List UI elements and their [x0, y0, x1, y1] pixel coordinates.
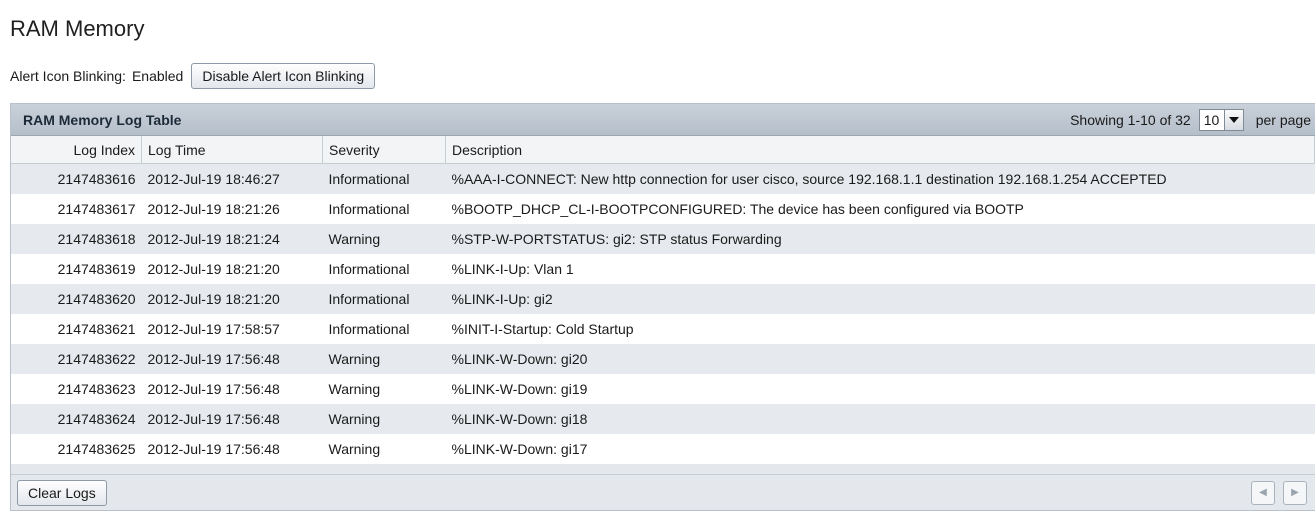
- cell-log-time: 2012-Jul-19 17:56:48: [141, 404, 323, 434]
- table-row[interactable]: 2147483624 2012-Jul-19 17:56:48 Warning …: [11, 404, 1315, 434]
- cell-severity: Informational: [322, 254, 446, 284]
- cell-log-time: 2012-Jul-19 18:21:24: [141, 224, 323, 254]
- table-title: RAM Memory Log Table: [23, 111, 182, 128]
- log-table-panel: RAM Memory Log Table Showing 1-10 of 32 …: [10, 103, 1315, 511]
- alert-status-value: Enabled: [131, 68, 184, 84]
- cell-description: %LINK-W-Down: gi20: [445, 344, 1315, 374]
- chevron-right-icon[interactable]: ▶: [1283, 480, 1307, 505]
- alert-label: Alert Icon Blinking:: [10, 68, 126, 84]
- column-header-log-index[interactable]: Log Index: [11, 136, 142, 164]
- showing-range: Showing 1-10 of 32: [1070, 111, 1191, 128]
- cell-description: %BOOTP_DHCP_CL-I-BOOTPCONFIGURED: The de…: [445, 194, 1315, 224]
- table-row[interactable]: 2147483616 2012-Jul-19 18:46:27 Informat…: [11, 163, 1315, 194]
- alert-row: Alert Icon Blinking: Enabled Disable Ale…: [10, 62, 376, 90]
- cell-description: %LINK-W-Down: gi19: [445, 374, 1315, 404]
- cell-log-index: 2147483620: [11, 284, 142, 314]
- cell-log-time: 2012-Jul-19 18:21:26: [141, 194, 323, 224]
- cell-log-time: 2012-Jul-19 18:46:27: [141, 163, 323, 194]
- cell-log-index: 2147483624: [11, 404, 142, 434]
- cell-description: %STP-W-PORTSTATUS: gi2: STP status Forwa…: [445, 224, 1315, 254]
- cell-description: %LINK-I-Up: Vlan 1: [445, 254, 1315, 284]
- cell-severity: Informational: [322, 194, 446, 224]
- cell-severity: Informational: [322, 284, 446, 314]
- cell-log-index: 2147483622: [11, 344, 142, 374]
- cell-severity: Informational: [322, 314, 446, 344]
- cell-description: %AAA-I-CONNECT: New http connection for …: [445, 163, 1315, 194]
- cell-log-time: 2012-Jul-19 17:58:57: [141, 314, 323, 344]
- cell-log-time: 2012-Jul-19 18:21:20: [141, 254, 323, 284]
- per-page-label: per page: [1255, 111, 1311, 128]
- cell-severity: Warning: [322, 374, 446, 404]
- cell-log-time: 2012-Jul-19 17:56:48: [141, 374, 323, 404]
- clear-logs-button[interactable]: Clear Logs: [17, 479, 107, 506]
- table-row[interactable]: 2147483619 2012-Jul-19 18:21:20 Informat…: [11, 254, 1315, 284]
- cell-severity: Warning: [322, 224, 446, 254]
- cell-description: %INIT-I-Startup: Cold Startup: [445, 314, 1315, 344]
- cell-log-index: 2147483617: [11, 194, 142, 224]
- cell-description: %LINK-W-Down: gi17: [445, 434, 1315, 464]
- cell-severity: Warning: [322, 434, 446, 464]
- table-row[interactable]: 2147483618 2012-Jul-19 18:21:24 Warning …: [11, 224, 1315, 254]
- table-footer: Clear Logs ◀ ▶: [11, 474, 1315, 510]
- per-page-select[interactable]: 10: [1198, 108, 1244, 131]
- cell-description: %LINK-I-Up: gi2: [445, 284, 1315, 314]
- table-row[interactable]: 2147483625 2012-Jul-19 17:56:48 Warning …: [11, 434, 1315, 464]
- cell-log-time: 2012-Jul-19 17:56:48: [141, 434, 323, 464]
- cell-log-index: 2147483623: [11, 374, 142, 404]
- cell-severity: Warning: [322, 404, 446, 434]
- table-row[interactable]: 2147483617 2012-Jul-19 18:21:26 Informat…: [11, 194, 1315, 224]
- log-table: Log Index Log Time Severity Description …: [11, 136, 1315, 464]
- cell-severity: Warning: [322, 344, 446, 374]
- table-row[interactable]: 2147483622 2012-Jul-19 17:56:48 Warning …: [11, 344, 1315, 374]
- column-header-description[interactable]: Description: [445, 136, 1315, 164]
- column-header-severity[interactable]: Severity: [322, 136, 446, 164]
- table-row[interactable]: 2147483620 2012-Jul-19 18:21:20 Informat…: [11, 284, 1315, 314]
- pagination-nav: ◀ ▶: [1251, 480, 1307, 505]
- chevron-left-icon[interactable]: ◀: [1251, 480, 1275, 505]
- table-row[interactable]: 2147483621 2012-Jul-19 17:58:57 Informat…: [11, 314, 1315, 344]
- table-row[interactable]: 2147483623 2012-Jul-19 17:56:48 Warning …: [11, 374, 1315, 404]
- per-page-value: 10: [1203, 111, 1220, 128]
- disable-alert-blinking-button[interactable]: Disable Alert Icon Blinking: [191, 63, 376, 89]
- cell-log-index: 2147483618: [11, 224, 142, 254]
- table-header-bar: RAM Memory Log Table Showing 1-10 of 32 …: [11, 104, 1315, 136]
- cell-log-index: 2147483621: [11, 314, 142, 344]
- page-title: RAM Memory: [10, 16, 145, 41]
- cell-log-index: 2147483616: [11, 163, 142, 194]
- cell-description: %LINK-W-Down: gi18: [445, 404, 1315, 434]
- column-header-log-time[interactable]: Log Time: [141, 136, 323, 164]
- table-header-row: Log Index Log Time Severity Description: [11, 136, 1315, 164]
- chevron-down-icon[interactable]: [1223, 109, 1243, 130]
- cell-log-index: 2147483625: [11, 434, 142, 464]
- paging-controls: Showing 1-10 of 32 10 per page: [1070, 108, 1315, 131]
- cell-log-time: 2012-Jul-19 17:56:48: [141, 344, 323, 374]
- cell-log-time: 2012-Jul-19 18:21:20: [141, 284, 323, 314]
- cell-severity: Informational: [322, 163, 446, 194]
- cell-log-index: 2147483619: [11, 254, 142, 284]
